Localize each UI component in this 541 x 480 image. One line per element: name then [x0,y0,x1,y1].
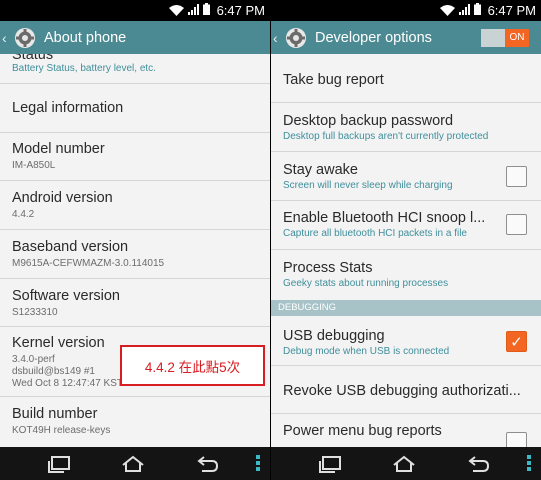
page-title: About phone [44,29,127,46]
divider [271,365,541,366]
back-chevron-icon[interactable]: ‹ [2,30,12,46]
item-subtitle: 4.4.2 [12,209,35,220]
about-phone-list[interactable]: Status Battery Status, battery level, et… [0,54,270,447]
navigation-bar [0,447,270,480]
item-title: USB debugging [283,328,385,344]
menu-icon[interactable] [527,455,531,471]
item-title: Stay awake [283,162,358,178]
divider [0,396,270,397]
divider [0,132,270,133]
clock: 6:47 PM [216,3,265,18]
item-subtitle: Screen will never sleep while charging [283,180,453,191]
divider [0,83,270,84]
usb-debugging-checkbox[interactable]: ✓ [506,331,527,352]
list-item-power-menu-bug-reports[interactable]: Power menu bug reports [271,422,541,440]
battery-icon [473,3,481,18]
divider [271,102,541,103]
list-item-status[interactable]: Status Battery Status, battery level, et… [0,54,270,75]
item-title: Baseband version [12,239,129,255]
developer-options-list[interactable]: Take bug report Desktop backup password … [271,54,541,447]
item-title: Enable Bluetooth HCI snoop l... [283,210,486,226]
divider [271,151,541,152]
divider [271,200,541,201]
list-item-take-bug-report[interactable]: Take bug report [271,71,541,89]
item-subtitle: Debug mode when USB is connected [283,346,450,357]
annotation-callout: 4.4.2 在此點5次 [120,345,265,386]
divider [271,413,541,414]
home-icon[interactable] [121,455,145,473]
divider [0,229,270,230]
item-title: Take bug report [283,72,384,88]
list-item-android-version[interactable]: Android version 4.4.2 [0,189,270,221]
status-bar: 6:47 PM [271,0,541,21]
item-subtitle: Desktop full backups aren't currently pr… [283,131,489,142]
status-bar: 6:47 PM [0,0,270,21]
list-item-desktop-backup-password[interactable]: Desktop backup password Desktop full bac… [271,112,541,143]
divider [271,249,541,250]
item-subtitle: Battery Status, battery level, etc. [12,63,156,74]
settings-gear-icon[interactable] [285,27,307,49]
item-subtitle: Geeky stats about running processes [283,278,449,289]
divider [0,326,270,327]
settings-gear-icon[interactable] [14,27,36,49]
back-chevron-icon[interactable]: ‹ [273,30,283,46]
about-phone-screen: 6:47 PM ‹ About phone Status Battery Sta… [0,0,270,480]
stay-awake-checkbox[interactable] [506,166,527,187]
wifi-icon [439,5,455,16]
item-subtitle: IM-A850L [12,160,56,171]
power-menu-bug-reports-checkbox[interactable] [506,432,527,447]
divider [0,278,270,279]
action-bar: ‹ Developer options ON [271,21,541,54]
developer-options-screen: 6:47 PM ‹ Developer options ON Take bug … [271,0,541,480]
item-subtitle: KOT49H release-keys [12,425,111,436]
divider [0,180,270,181]
list-item-software-version[interactable]: Software version S1233310 [0,287,270,319]
toggle-on-label: ON [505,28,529,47]
battery-icon [202,3,210,18]
list-item-legal[interactable]: Legal information [0,99,270,117]
clock: 6:47 PM [487,3,536,18]
recent-apps-icon[interactable] [319,455,343,473]
section-header-debugging: DEBUGGING [271,300,541,316]
signal-icon [458,3,470,18]
wifi-icon [168,5,184,16]
list-item-bluetooth-hci-snoop[interactable]: Enable Bluetooth HCI snoop l... Capture … [271,209,541,240]
item-title: Legal information [12,100,124,116]
item-title: Build number [12,406,98,422]
navigation-bar [271,447,541,480]
list-item-baseband[interactable]: Baseband version M9615A-CEFWMAZM-3.0.114… [0,238,270,270]
checkmark-icon: ✓ [510,333,523,351]
item-title: Revoke USB debugging authorizati... [283,383,521,399]
item-title: Software version [12,288,120,304]
list-item-usb-debugging[interactable]: USB debugging Debug mode when USB is con… [271,327,541,358]
item-title: Power menu bug reports [283,423,442,439]
list-item-model[interactable]: Model number IM-A850L [0,140,270,172]
recent-apps-icon[interactable] [48,455,72,473]
item-title: Process Stats [283,260,373,276]
item-subtitle: Capture all bluetooth HCI packets in a f… [283,228,467,239]
list-item-build-number[interactable]: Build number KOT49H release-keys [0,405,270,437]
item-subtitle: M9615A-CEFWMAZM-3.0.114015 [12,258,165,269]
item-title: Desktop backup password [283,113,454,129]
menu-icon[interactable] [256,455,260,471]
back-icon[interactable] [196,455,220,473]
toggle-off-region [481,28,505,47]
item-title: Model number [12,141,105,157]
list-item-stay-awake[interactable]: Stay awake Screen will never sleep while… [271,161,541,192]
page-title: Developer options [315,29,432,46]
action-bar: ‹ About phone [0,21,270,54]
item-title: Android version [12,190,113,206]
signal-icon [187,3,199,18]
back-icon[interactable] [467,455,491,473]
home-icon[interactable] [392,455,416,473]
bluetooth-hci-snoop-checkbox[interactable] [506,214,527,235]
developer-options-toggle[interactable]: ON [481,28,529,47]
list-item-revoke-usb-debugging[interactable]: Revoke USB debugging authorizati... [271,382,541,400]
item-subtitle: S1233310 [12,307,58,318]
list-item-process-stats[interactable]: Process Stats Geeky stats about running … [271,259,541,290]
